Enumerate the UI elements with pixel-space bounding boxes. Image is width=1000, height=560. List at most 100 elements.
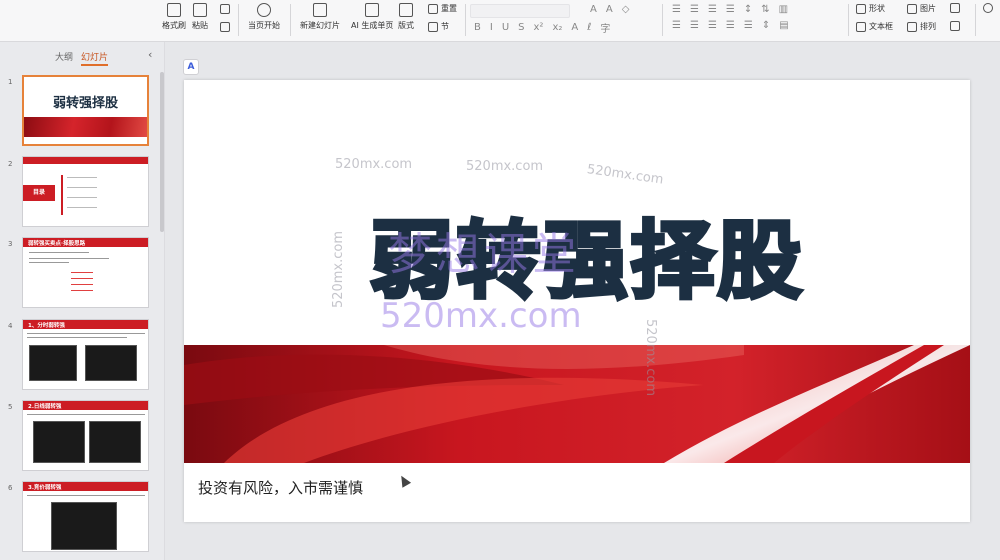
section-button[interactable]: 节 [428, 21, 449, 32]
decrease-font-icon[interactable]: A [606, 4, 613, 15]
copy-button[interactable] [220, 22, 233, 32]
thumb-title: 弱转强择股 [52, 96, 118, 111]
paragraph-group-bottom: ☰ ☰ ☰ ☰ ☰ ⇕ ▤ [672, 20, 789, 31]
slide-thumbnail-5[interactable]: 2.日线弱转强 [22, 400, 149, 471]
slide-number: 6 [8, 484, 13, 492]
tab-outline[interactable]: 大纲 [55, 50, 73, 63]
watermark: 520mx.com [466, 159, 544, 174]
slides-panel: 大纲 幻灯片 ‹ 1 弱转强择股 2 目录 3 弱转强买卖点·择股思路 4 1、… [0, 42, 165, 560]
paste-button[interactable]: 粘贴 [192, 2, 208, 31]
section-icon [428, 21, 438, 32]
thumb-chart [51, 502, 117, 550]
picture-button[interactable]: 图片 [907, 3, 936, 14]
new-slide-button[interactable]: 新建幻灯片 [300, 2, 340, 31]
ribbon-toolbar: 格式刷 粘贴 当页开始 新建幻灯片 AI 生成单页 版式 重置 节 B I U Sx²… [0, 0, 1000, 42]
ai-generate-button[interactable]: AI 生成单页 [351, 2, 393, 31]
thumb-chart [33, 421, 85, 463]
bullets-icon[interactable]: ☰ [672, 4, 681, 15]
divider [290, 4, 291, 36]
search-icon [983, 3, 993, 13]
slide-thumbnail-1[interactable]: 弱转强择股 [22, 75, 149, 146]
convert-icon[interactable]: ▤ [779, 20, 788, 31]
watermark: 520mx.com [643, 318, 659, 397]
slide-thumbnail-6[interactable]: 3.竞价弱转强 [22, 481, 149, 552]
justify-icon[interactable]: ☰ [726, 20, 735, 31]
arrange-button[interactable]: 排列 [907, 21, 936, 32]
columns-icon[interactable]: ▥ [779, 4, 788, 15]
brush-icon [167, 3, 181, 17]
slide-number: 2 [8, 160, 13, 168]
outdent-icon[interactable]: ☰ [708, 4, 717, 15]
shape-button[interactable]: 形状 [856, 3, 885, 14]
thumb-title: 弱转强买卖点·择股思路 [28, 241, 86, 247]
layout-icon [399, 3, 413, 17]
collapse-panel-icon[interactable]: ‹ [148, 48, 152, 61]
format-painter-button[interactable]: 格式刷 [162, 2, 186, 31]
thumb-chart [89, 421, 141, 463]
text-direction-icon[interactable]: ⇅ [761, 4, 769, 15]
vertical-align-icon[interactable]: ⇕ [762, 20, 770, 31]
indent-icon[interactable]: ☰ [726, 4, 735, 15]
watermark: 520mx.com [331, 230, 347, 309]
panel-scrollbar[interactable] [160, 72, 164, 232]
red-wave-banner [184, 345, 970, 463]
bold-icon[interactable]: B [474, 22, 481, 33]
outline-button[interactable] [950, 21, 963, 31]
slide-thumbnail-3[interactable]: 弱转强买卖点·择股思路 [22, 237, 149, 308]
strike-icon[interactable]: S [518, 22, 524, 33]
tab-slides[interactable]: 幻灯片 [81, 50, 109, 66]
underline-icon[interactable]: U [502, 22, 509, 33]
layout-button[interactable]: 版式 [398, 2, 414, 31]
risk-disclaimer[interactable]: 投资有风险，入市需谨慎 [198, 477, 363, 498]
watermark: 520mx.com [335, 157, 413, 172]
subscript-icon[interactable]: x₂ [552, 22, 562, 33]
numbering-icon[interactable]: ☰ [690, 4, 699, 15]
textbox-icon [856, 21, 866, 32]
thumb-banner [24, 117, 147, 137]
distribute-icon[interactable]: ☰ [744, 20, 753, 31]
align-center-icon[interactable]: ☰ [690, 20, 699, 31]
slide-thumbnail-2[interactable]: 目录 [22, 156, 149, 227]
arrange-icon [907, 21, 917, 32]
thumb-label: 目录 [23, 185, 55, 201]
paragraph-group-top: ☰ ☰ ☰ ☰ ↕ ⇅ ▥ [672, 4, 788, 15]
watermark-center-url: 520mx.com [380, 296, 582, 336]
align-right-icon[interactable]: ☰ [708, 20, 717, 31]
outline-icon [950, 21, 960, 31]
italic-icon[interactable]: I [490, 22, 493, 33]
scissors-icon [220, 4, 230, 14]
thumb-title: 3.竞价弱转强 [28, 485, 62, 491]
reset-icon [428, 3, 438, 14]
divider [662, 4, 663, 36]
slide-thumbnail-4[interactable]: 1、分时弱转强 [22, 319, 149, 390]
line-spacing-icon[interactable]: ↕ [744, 4, 752, 15]
play-icon [257, 3, 271, 17]
align-left-icon[interactable]: ☰ [672, 20, 681, 31]
text-format-group: B I U Sx² x₂ Aℓ 字 [474, 20, 610, 35]
font-family-select[interactable] [470, 4, 570, 18]
picture-icon [907, 3, 917, 14]
highlight-icon[interactable]: ℓ [587, 22, 591, 33]
copy-icon [220, 22, 230, 32]
fill-button[interactable] [950, 3, 963, 13]
ai-page-icon [365, 3, 380, 17]
slide-number: 4 [8, 322, 13, 330]
textbox-button[interactable]: 文本框 [856, 21, 893, 32]
reset-button[interactable]: 重置 [428, 3, 457, 14]
new-slide-icon [313, 3, 327, 17]
start-from-current-button[interactable]: 当页开始 [248, 2, 280, 31]
ai-assistant-icon[interactable]: A [183, 59, 199, 75]
char-spacing-icon[interactable]: 字 [600, 20, 610, 35]
thumb-chart [29, 345, 77, 381]
clipboard-icon [193, 3, 207, 17]
font-color-icon[interactable]: A [571, 22, 578, 33]
clear-format-icon[interactable]: ◇ [622, 4, 630, 15]
cut-button[interactable] [220, 4, 233, 14]
slide-number: 3 [8, 240, 13, 248]
watermark-center-text: 梦想课堂 [388, 229, 580, 280]
fill-icon [950, 3, 960, 13]
increase-font-icon[interactable]: A [590, 4, 597, 15]
shape-icon [856, 3, 866, 14]
superscript-icon[interactable]: x² [534, 22, 544, 33]
find-button[interactable] [983, 3, 996, 13]
